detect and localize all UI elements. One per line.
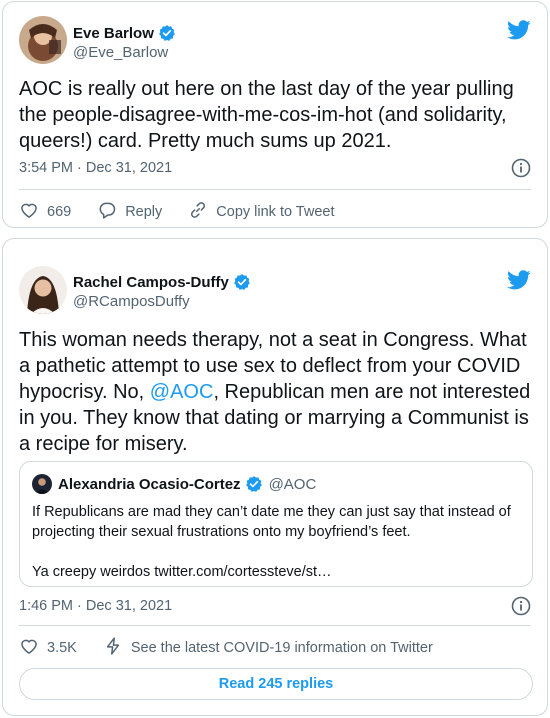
quoted-avatar[interactable] xyxy=(32,474,52,494)
avatar[interactable] xyxy=(19,16,67,64)
bolt-icon xyxy=(103,636,123,660)
author-handle[interactable]: @RCamposDuffy xyxy=(73,293,190,310)
author-name[interactable]: Eve Barlow xyxy=(73,25,154,42)
verified-badge-icon xyxy=(245,475,263,493)
avatar[interactable] xyxy=(19,266,67,314)
covid-info-link[interactable]: See the latest COVID-19 information on T… xyxy=(103,636,433,660)
like-button[interactable]: 3.5K xyxy=(19,636,77,660)
author-name-row[interactable]: Eve Barlow xyxy=(73,24,176,42)
reply-icon xyxy=(97,200,117,224)
heart-icon xyxy=(19,200,39,224)
quoted-author-handle[interactable]: @AOC xyxy=(269,476,317,493)
quoted-author-name[interactable]: Alexandria Ocasio-Cortez xyxy=(58,476,241,493)
heart-icon xyxy=(19,636,39,660)
info-icon[interactable] xyxy=(511,158,531,178)
author-name-row[interactable]: Rachel Campos-Duffy xyxy=(73,273,251,291)
verified-badge-icon xyxy=(233,273,251,291)
reply-button[interactable]: Reply xyxy=(97,200,162,224)
quoted-author-row[interactable]: Alexandria Ocasio-Cortez @AOC xyxy=(58,475,316,493)
tweet-card-rachel-campos-duffy: Rachel Campos-Duffy @RCamposDuffy This w… xyxy=(2,238,548,716)
divider xyxy=(19,189,531,190)
read-replies-button[interactable]: Read 245 replies xyxy=(19,668,533,700)
info-icon[interactable] xyxy=(511,596,531,616)
tweet-timestamp[interactable]: 1:46 PM · Dec 31, 2021 xyxy=(19,598,172,614)
covid-info-label: See the latest COVID-19 information on T… xyxy=(130,640,433,656)
tweet-text: AOC is really out here on the last day o… xyxy=(19,78,514,152)
twitter-bird-icon[interactable] xyxy=(507,18,531,42)
tweet-card-eve-barlow: Eve Barlow @Eve_Barlow AOC is really out… xyxy=(2,1,548,228)
copy-link-label: Copy link to Tweet xyxy=(216,204,335,220)
verified-badge-icon xyxy=(158,24,176,42)
author-handle[interactable]: @Eve_Barlow xyxy=(73,44,168,61)
tweet-timestamp[interactable]: 3:54 PM · Dec 31, 2021 xyxy=(19,160,172,176)
reply-label: Reply xyxy=(125,204,163,220)
quoted-tweet[interactable]: Alexandria Ocasio-Cortez @AOC If Republi… xyxy=(19,461,533,587)
like-button[interactable]: 669 xyxy=(19,200,71,224)
twitter-bird-icon[interactable] xyxy=(507,268,531,292)
tweet-actions: 669 Reply Copy link to Tweet xyxy=(19,200,531,224)
tweet-actions: 3.5K See the latest COVID-19 information… xyxy=(19,636,531,660)
divider xyxy=(19,625,531,626)
quoted-text-line: Ya creepy weirdos twitter.com/cortesstev… xyxy=(32,564,332,580)
author-name[interactable]: Rachel Campos-Duffy xyxy=(73,274,229,291)
tweet-text: This woman needs therapy, not a seat in … xyxy=(19,327,533,457)
like-count: 669 xyxy=(47,204,72,220)
like-count: 3.5K xyxy=(47,640,77,656)
quoted-text-line: If Republicans are mad they can’t date m… xyxy=(32,504,511,540)
mention-link[interactable]: @AOC xyxy=(150,381,214,403)
link-icon xyxy=(188,200,208,224)
quoted-text: If Republicans are mad they can’t date m… xyxy=(32,502,520,582)
copy-link-button[interactable]: Copy link to Tweet xyxy=(188,200,335,224)
